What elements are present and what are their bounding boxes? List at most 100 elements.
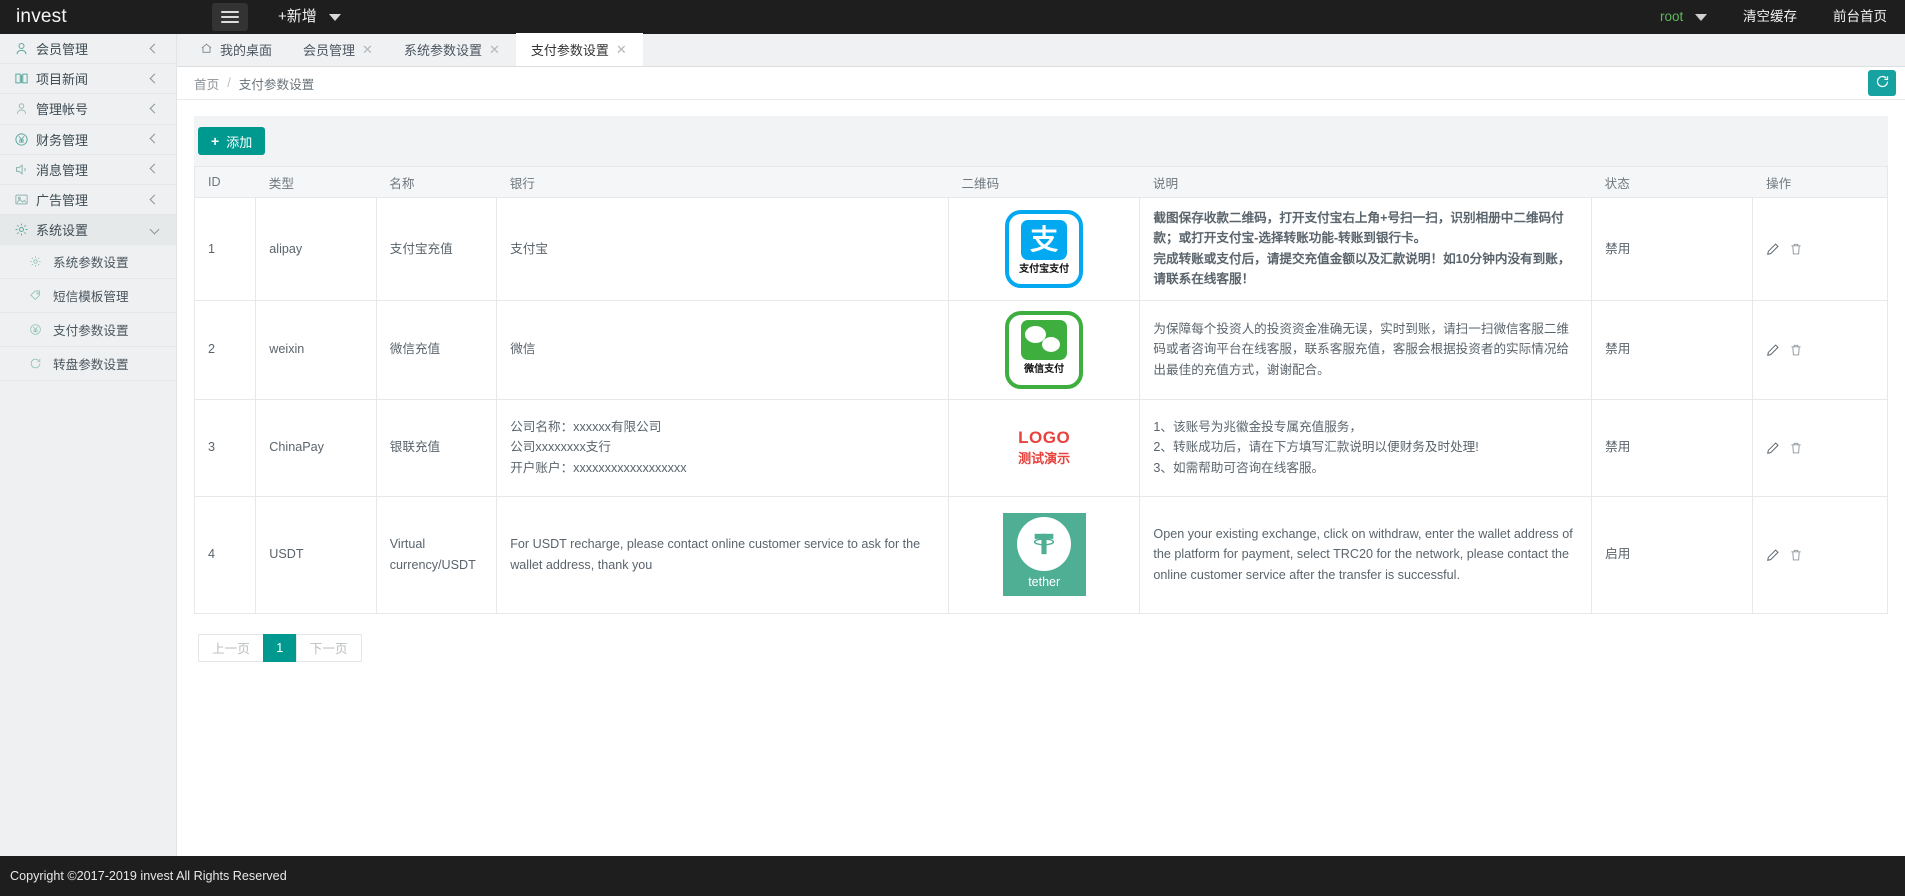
image-icon (14, 192, 36, 207)
delete-icon[interactable] (1789, 343, 1803, 357)
chevron-down-icon (1695, 13, 1707, 21)
close-icon[interactable]: ✕ (489, 43, 500, 56)
sidebar-item-sms-template[interactable]: 短信模板管理 (0, 279, 176, 313)
logo-line-1: LOGO (1018, 427, 1071, 447)
breadcrumb-home[interactable]: 首页 (194, 74, 219, 93)
tag-icon (29, 289, 53, 302)
cell-description: 截图保存收款二维码，打开支付宝右上角+号扫一扫，识别相册中二维码付款；或打开支付… (1139, 197, 1593, 301)
table-row: 3 ChinaPay 银联充值 公司名称：xxxxxx有限公司 公司xxxxxx… (193, 398, 1888, 497)
cell-actions (1752, 299, 1888, 400)
cell-bank: 微信 (496, 299, 949, 400)
logo-line-2: 测试演示 (1018, 451, 1071, 467)
refresh-icon (1875, 74, 1890, 93)
sidebar-item-finance[interactable]: 财务管理 (0, 125, 176, 155)
cell-name: 微信充值 (375, 299, 498, 400)
sidebar-item-messages[interactable]: 消息管理 (0, 155, 176, 185)
add-new-label: +新增 (278, 8, 317, 25)
sidebar-item-wheel-params[interactable]: 转盘参数设置 (0, 346, 176, 381)
tab-payment-params[interactable]: 支付参数设置 ✕ (515, 33, 643, 66)
close-icon[interactable]: ✕ (616, 43, 627, 56)
page-number-button[interactable]: 1 (262, 633, 297, 662)
chevron-left-icon (149, 103, 160, 115)
front-home-button[interactable]: 前台首页 (1815, 0, 1905, 34)
sidebar-item-members[interactable]: 会员管理 (0, 34, 176, 65)
table-head: ID 类型 名称 银行 二维码 说明 状态 操作 (193, 166, 1888, 198)
table-toolbar: + 添加 (194, 116, 1888, 166)
tab-bar: 我的桌面 会员管理 ✕ 系统参数设置 ✕ 支付参数设置 ✕ (177, 33, 1905, 67)
sidebar-sub-label: 系统参数设置 (53, 256, 129, 271)
user-menu[interactable]: root (1642, 0, 1725, 34)
cell-actions (1752, 197, 1888, 301)
col-description: 说明 (1139, 166, 1592, 198)
sidebar: 会员管理 项目新闻 管理帐号 财务管理 消息管理 广告管理 系统设置 系统参数设… (0, 34, 177, 856)
tab-system-params[interactable]: 系统参数设置 ✕ (389, 33, 516, 66)
chevron-left-icon (149, 163, 160, 175)
edit-icon[interactable] (1766, 548, 1780, 562)
sidebar-item-ads[interactable]: 广告管理 (0, 185, 176, 216)
cell-type: alipay (255, 197, 377, 301)
prev-page-button[interactable]: 上一页 (198, 633, 264, 662)
delete-icon[interactable] (1789, 242, 1803, 256)
payment-params-table: ID 类型 名称 银行 二维码 说明 状态 操作 1 alipay 支付宝充值 … (193, 166, 1888, 614)
home-icon (200, 42, 213, 58)
clear-cache-button[interactable]: 清空缓存 (1725, 0, 1815, 34)
add-button[interactable]: + 添加 (198, 127, 266, 155)
col-actions: 操作 (1752, 166, 1888, 198)
sidebar-item-payment-params[interactable]: 支付参数设置 (0, 312, 176, 347)
cell-status: 禁用 (1591, 197, 1754, 301)
user-circle-icon (14, 101, 36, 116)
table-header-row: ID 类型 名称 银行 二维码 说明 状态 操作 (193, 166, 1888, 198)
cell-type: ChinaPay (255, 398, 377, 497)
cell-id: 2 (193, 299, 257, 400)
close-icon[interactable]: ✕ (362, 43, 373, 56)
copyright-text: Copyright ©2017-2019 invest All Rights R… (10, 869, 287, 883)
tab-label: 会员管理 (303, 43, 356, 58)
cell-id: 4 (193, 495, 257, 614)
col-id: ID (193, 166, 256, 198)
edit-icon[interactable] (1766, 242, 1780, 256)
tab-my-desktop[interactable]: 我的桌面 (185, 33, 288, 66)
tab-member-management[interactable]: 会员管理 ✕ (288, 33, 389, 66)
cell-status: 禁用 (1591, 299, 1754, 400)
top-bar: invest +新增 root 清空缓存 前台首页 (0, 0, 1905, 34)
sidebar-item-system-params[interactable]: 系统参数设置 (0, 245, 176, 280)
cell-bank: For USDT recharge, please contact online… (496, 495, 949, 614)
wechat-logo-icon: 微信支付 (1005, 310, 1084, 389)
cell-qrcode: 微信支付 (947, 299, 1141, 400)
refresh-button[interactable] (1868, 70, 1896, 96)
hamburger-icon[interactable] (212, 3, 248, 31)
sidebar-item-admin-account[interactable]: 管理帐号 (0, 94, 176, 125)
cell-type: weixin (255, 299, 377, 400)
table-row: 2 weixin 微信充值 微信 微信支付 为保障每个投资人的投资资金准确无误，… (193, 299, 1888, 400)
gear-icon (29, 255, 53, 268)
cell-name: 支付宝充值 (375, 197, 498, 301)
cell-type: USDT (255, 495, 377, 614)
refresh-circle-icon (29, 357, 53, 370)
add-new-button[interactable]: +新增 (278, 0, 341, 34)
delete-icon[interactable] (1789, 441, 1803, 455)
text-logo: LOGO 测试演示 (962, 426, 1126, 469)
tether-logo-icon: tether (1002, 513, 1086, 597)
chevron-left-icon (149, 43, 160, 55)
cell-bank: 支付宝 (496, 197, 949, 301)
cell-id: 3 (193, 398, 257, 497)
main-area: 我的桌面 会员管理 ✕ 系统参数设置 ✕ 支付参数设置 ✕ 首页 / 支付参数设… (177, 33, 1905, 856)
speaker-icon (14, 162, 36, 177)
sidebar-item-system-settings[interactable]: 系统设置 (0, 215, 176, 246)
footer: Copyright ©2017-2019 invest All Rights R… (0, 856, 1905, 896)
next-page-button[interactable]: 下一页 (295, 633, 362, 662)
gear-icon (14, 222, 36, 237)
delete-icon[interactable] (1789, 548, 1803, 562)
tether-caption: tether (1028, 574, 1061, 589)
sidebar-sub-label: 转盘参数设置 (53, 357, 129, 372)
edit-icon[interactable] (1766, 441, 1780, 455)
user-icon (14, 41, 36, 56)
cell-qrcode: tether (947, 495, 1141, 614)
sidebar-item-news[interactable]: 项目新闻 (0, 64, 176, 95)
user-label: root (1659, 9, 1684, 24)
cell-status: 禁用 (1591, 398, 1754, 497)
yen-circle-icon (14, 132, 36, 147)
cell-description: 1、该账号为兆徽金投专属充值服务， 2、转账成功后，请在下方填写汇款说明以便财务… (1139, 398, 1593, 497)
hamburger-bars (221, 8, 239, 26)
edit-icon[interactable] (1766, 343, 1780, 357)
